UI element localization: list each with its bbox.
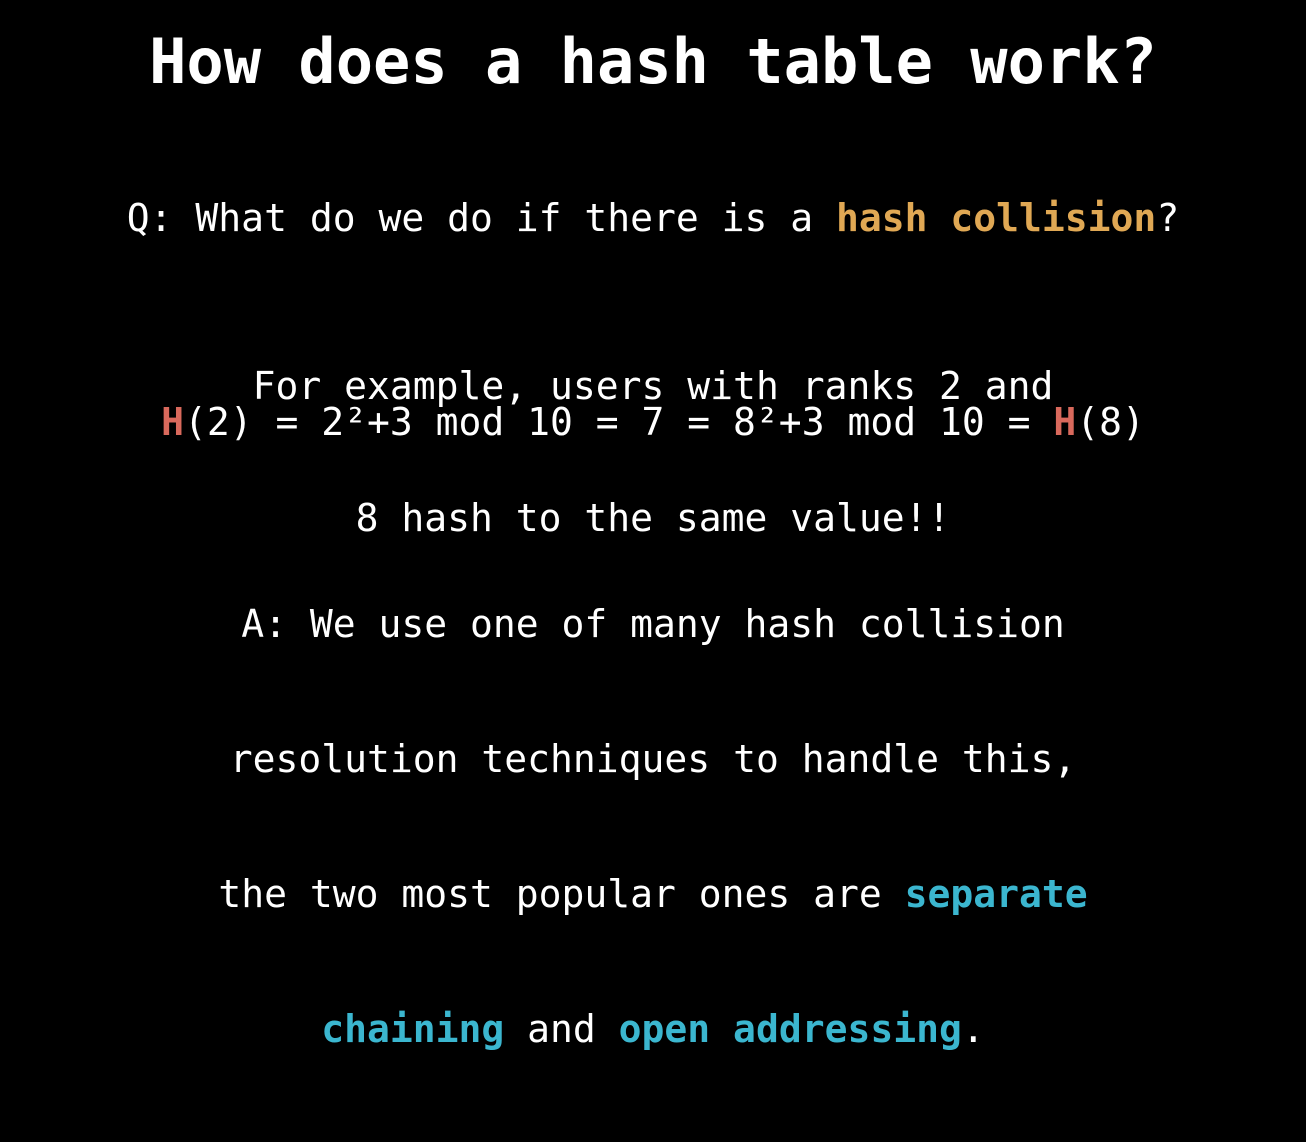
hash-collision-highlight: hash collision bbox=[836, 196, 1157, 240]
question-text: Q: What do we do if there is a hash coll… bbox=[0, 194, 1306, 242]
hash-function-left: H bbox=[161, 400, 184, 444]
answer-line-4-suffix: . bbox=[961, 1007, 985, 1051]
answer-line-1: A: We use one of many hash collision bbox=[241, 602, 1065, 646]
answer-text: A: We use one of many hash collision res… bbox=[0, 512, 1306, 1142]
answer-line-3-prefix: the two most popular ones are bbox=[218, 872, 905, 916]
slide: How does a hash table work? Q: What do w… bbox=[0, 0, 1306, 1052]
hash-function-right: H bbox=[1053, 400, 1077, 444]
question-prefix: Q: What do we do if there is a bbox=[126, 196, 837, 240]
slide-title: How does a hash table work? bbox=[149, 25, 1157, 98]
chaining-highlight: chaining bbox=[321, 1007, 505, 1051]
formula-end: (8) bbox=[1076, 400, 1145, 444]
hash-formula: H(2) = 2²+3 mod 10 = 7 = 8²+3 mod 10 = H… bbox=[0, 398, 1306, 446]
answer-line-4: chaining and open addressing. bbox=[0, 1007, 1306, 1052]
formula-middle: (2) = 2²+3 mod 10 = 7 = 8²+3 mod 10 = bbox=[183, 400, 1054, 444]
question-suffix: ? bbox=[1156, 196, 1180, 240]
separate-highlight: separate bbox=[904, 872, 1088, 916]
answer-line-4-middle: and bbox=[504, 1007, 619, 1051]
open-addressing-highlight: open addressing bbox=[618, 1007, 962, 1051]
answer-line-3: the two most popular ones are separate bbox=[0, 872, 1306, 917]
answer-line-2: resolution techniques to handle this, bbox=[229, 737, 1077, 781]
